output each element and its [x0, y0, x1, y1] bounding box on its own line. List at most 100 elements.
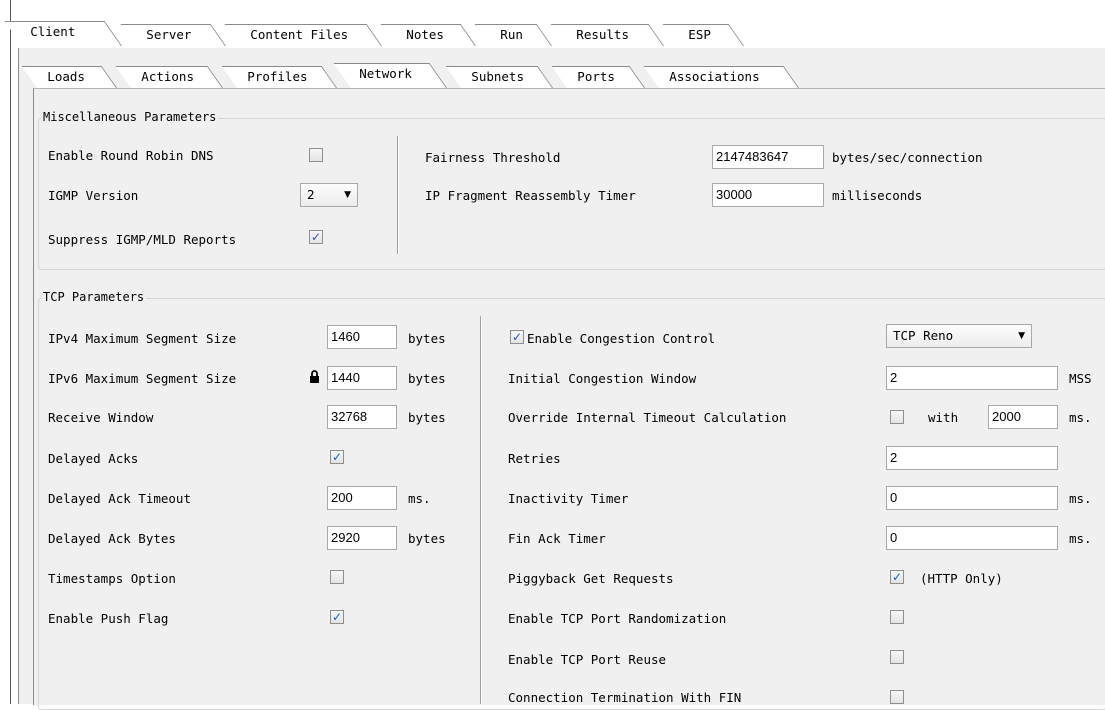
port-reuse-label: Enable TCP Port Reuse: [508, 652, 667, 667]
tab-results[interactable]: Results: [550, 24, 664, 46]
initial-cwnd-unit: MSS: [1069, 371, 1092, 386]
override-timeout-unit: ms.: [1069, 410, 1092, 425]
chevron-down-icon: ▼: [1018, 331, 1025, 341]
ip-fragment-input[interactable]: 30000: [712, 183, 824, 207]
initial-cwnd-input[interactable]: 2: [886, 366, 1058, 390]
suppress-igmp-checkbox[interactable]: ✓: [309, 230, 323, 244]
ipv4-mss-unit: bytes: [408, 331, 446, 346]
delayed-acks-checkbox[interactable]: ✓: [330, 450, 344, 464]
igmp-version-select[interactable]: 2 ▼: [300, 183, 358, 207]
tcp-params-title: TCP Parameters: [41, 290, 147, 304]
tab-run[interactable]: Run: [474, 24, 552, 46]
tab-associations[interactable]: Associations: [643, 66, 799, 88]
receive-window-input[interactable]: 32768: [327, 405, 397, 429]
tab-label: Client: [30, 24, 76, 39]
tab-loads[interactable]: Loads: [21, 66, 117, 88]
inactivity-timer-label: Inactivity Timer: [508, 491, 629, 506]
suppress-igmp-label: Suppress IGMP/MLD Reports: [48, 232, 237, 247]
ipv6-mss-label: IPv6 Maximum Segment Size: [48, 371, 237, 386]
congestion-control-label: Enable Congestion Control: [527, 331, 716, 346]
round-robin-label: Enable Round Robin DNS: [48, 148, 214, 163]
ip-fragment-label: IP Fragment Reassembly Timer: [425, 188, 636, 203]
tab-label: Actions: [141, 69, 194, 84]
initial-cwnd-label: Initial Congestion Window: [508, 371, 697, 386]
tab-subnets[interactable]: Subnets: [445, 66, 553, 88]
receive-window-unit: bytes: [408, 410, 446, 425]
fairness-threshold-label: Fairness Threshold: [425, 150, 561, 165]
tab-label: Loads: [47, 69, 85, 84]
tab-label: Server: [146, 27, 192, 42]
tab-actions[interactable]: Actions: [115, 66, 223, 88]
misc-divider: [397, 136, 399, 254]
tcp-divider: [480, 316, 482, 704]
inactivity-timer-input[interactable]: 0: [886, 486, 1058, 510]
fairness-threshold-unit: bytes/sec/connection: [832, 150, 983, 165]
congestion-control-checkbox[interactable]: ✓: [510, 330, 524, 344]
retries-input[interactable]: 2: [886, 446, 1058, 470]
override-timeout-checkbox[interactable]: [890, 410, 904, 424]
round-robin-checkbox[interactable]: [309, 148, 323, 162]
delayed-ack-bytes-input[interactable]: 2920: [327, 526, 397, 550]
ipv6-mss-unit: bytes: [408, 371, 446, 386]
tab-profiles[interactable]: Profiles: [221, 66, 337, 88]
delayed-ack-bytes-unit: bytes: [408, 531, 446, 546]
override-timeout-label: Override Internal Timeout Calculation: [508, 410, 787, 425]
delayed-ack-timeout-unit: ms.: [408, 491, 431, 506]
ip-fragment-unit: milliseconds: [832, 188, 923, 203]
igmp-version-label: IGMP Version: [48, 188, 139, 203]
tab-notes[interactable]: Notes: [380, 24, 476, 46]
top-tab-bar: Client Server Content Files Notes Run Re…: [4, 18, 918, 46]
fairness-threshold-input[interactable]: 2147483647: [712, 145, 824, 169]
piggyback-label: Piggyback Get Requests: [508, 571, 674, 586]
tab-network[interactable]: Network: [333, 63, 447, 88]
left-frame-edge: [0, 0, 11, 704]
tab-esp[interactable]: ESP: [662, 24, 744, 46]
tab-label: Notes: [406, 27, 444, 42]
ipv4-mss-input[interactable]: 1460: [327, 325, 397, 349]
sub-tab-bar: Loads Actions Profiles Network Subnets P…: [21, 60, 933, 88]
congestion-algorithm-select[interactable]: TCP Reno ▼: [886, 324, 1032, 348]
inactivity-timer-unit: ms.: [1069, 491, 1092, 506]
delayed-ack-timeout-label: Delayed Ack Timeout: [48, 491, 191, 506]
push-flag-label: Enable Push Flag: [48, 611, 169, 626]
delayed-acks-label: Delayed Acks: [48, 451, 139, 466]
tab-ports[interactable]: Ports: [551, 66, 645, 88]
override-with-label: with: [928, 410, 959, 425]
override-timeout-input[interactable]: 2000: [988, 405, 1058, 429]
igmp-version-value: 2: [307, 187, 315, 202]
ipv4-mss-label: IPv4 Maximum Segment Size: [48, 331, 237, 346]
tab-label: Profiles: [247, 69, 308, 84]
ipv6-mss-input[interactable]: 1440: [327, 366, 397, 390]
tab-label: Results: [576, 27, 629, 42]
tab-label: Ports: [577, 69, 615, 84]
tab-label: Subnets: [471, 69, 524, 84]
tab-label: ESP: [688, 27, 711, 42]
tab-label: Associations: [669, 69, 760, 84]
termination-fin-checkbox[interactable]: [890, 690, 904, 704]
tab-content-files[interactable]: Content Files: [224, 24, 382, 46]
receive-window-label: Receive Window: [48, 410, 154, 425]
tab-server[interactable]: Server: [120, 24, 226, 46]
timestamps-label: Timestamps Option: [48, 571, 176, 586]
port-randomization-checkbox[interactable]: [890, 610, 904, 624]
port-randomization-label: Enable TCP Port Randomization: [508, 611, 727, 626]
piggyback-checkbox[interactable]: ✓: [890, 570, 904, 584]
retries-label: Retries: [508, 451, 561, 466]
delayed-ack-timeout-input[interactable]: 200: [327, 486, 397, 510]
timestamps-checkbox[interactable]: [330, 570, 344, 584]
tab-client[interactable]: Client: [4, 21, 122, 46]
fin-ack-timer-unit: ms.: [1069, 531, 1092, 546]
delayed-ack-bytes-label: Delayed Ack Bytes: [48, 531, 176, 546]
chevron-down-icon: ▼: [344, 190, 351, 200]
lock-icon: [310, 370, 319, 383]
tab-label: Network: [359, 66, 412, 81]
piggyback-note: (HTTP Only): [920, 571, 1003, 586]
fin-ack-timer-label: Fin Ack Timer: [508, 531, 606, 546]
push-flag-checkbox[interactable]: ✓: [330, 610, 344, 624]
fin-ack-timer-input[interactable]: 0: [886, 526, 1058, 550]
congestion-algorithm-value: TCP Reno: [893, 328, 954, 343]
tab-label: Run: [500, 27, 523, 42]
port-reuse-checkbox[interactable]: [890, 650, 904, 664]
misc-params-title: Miscellaneous Parameters: [41, 110, 219, 124]
tab-label: Content Files: [250, 27, 349, 42]
